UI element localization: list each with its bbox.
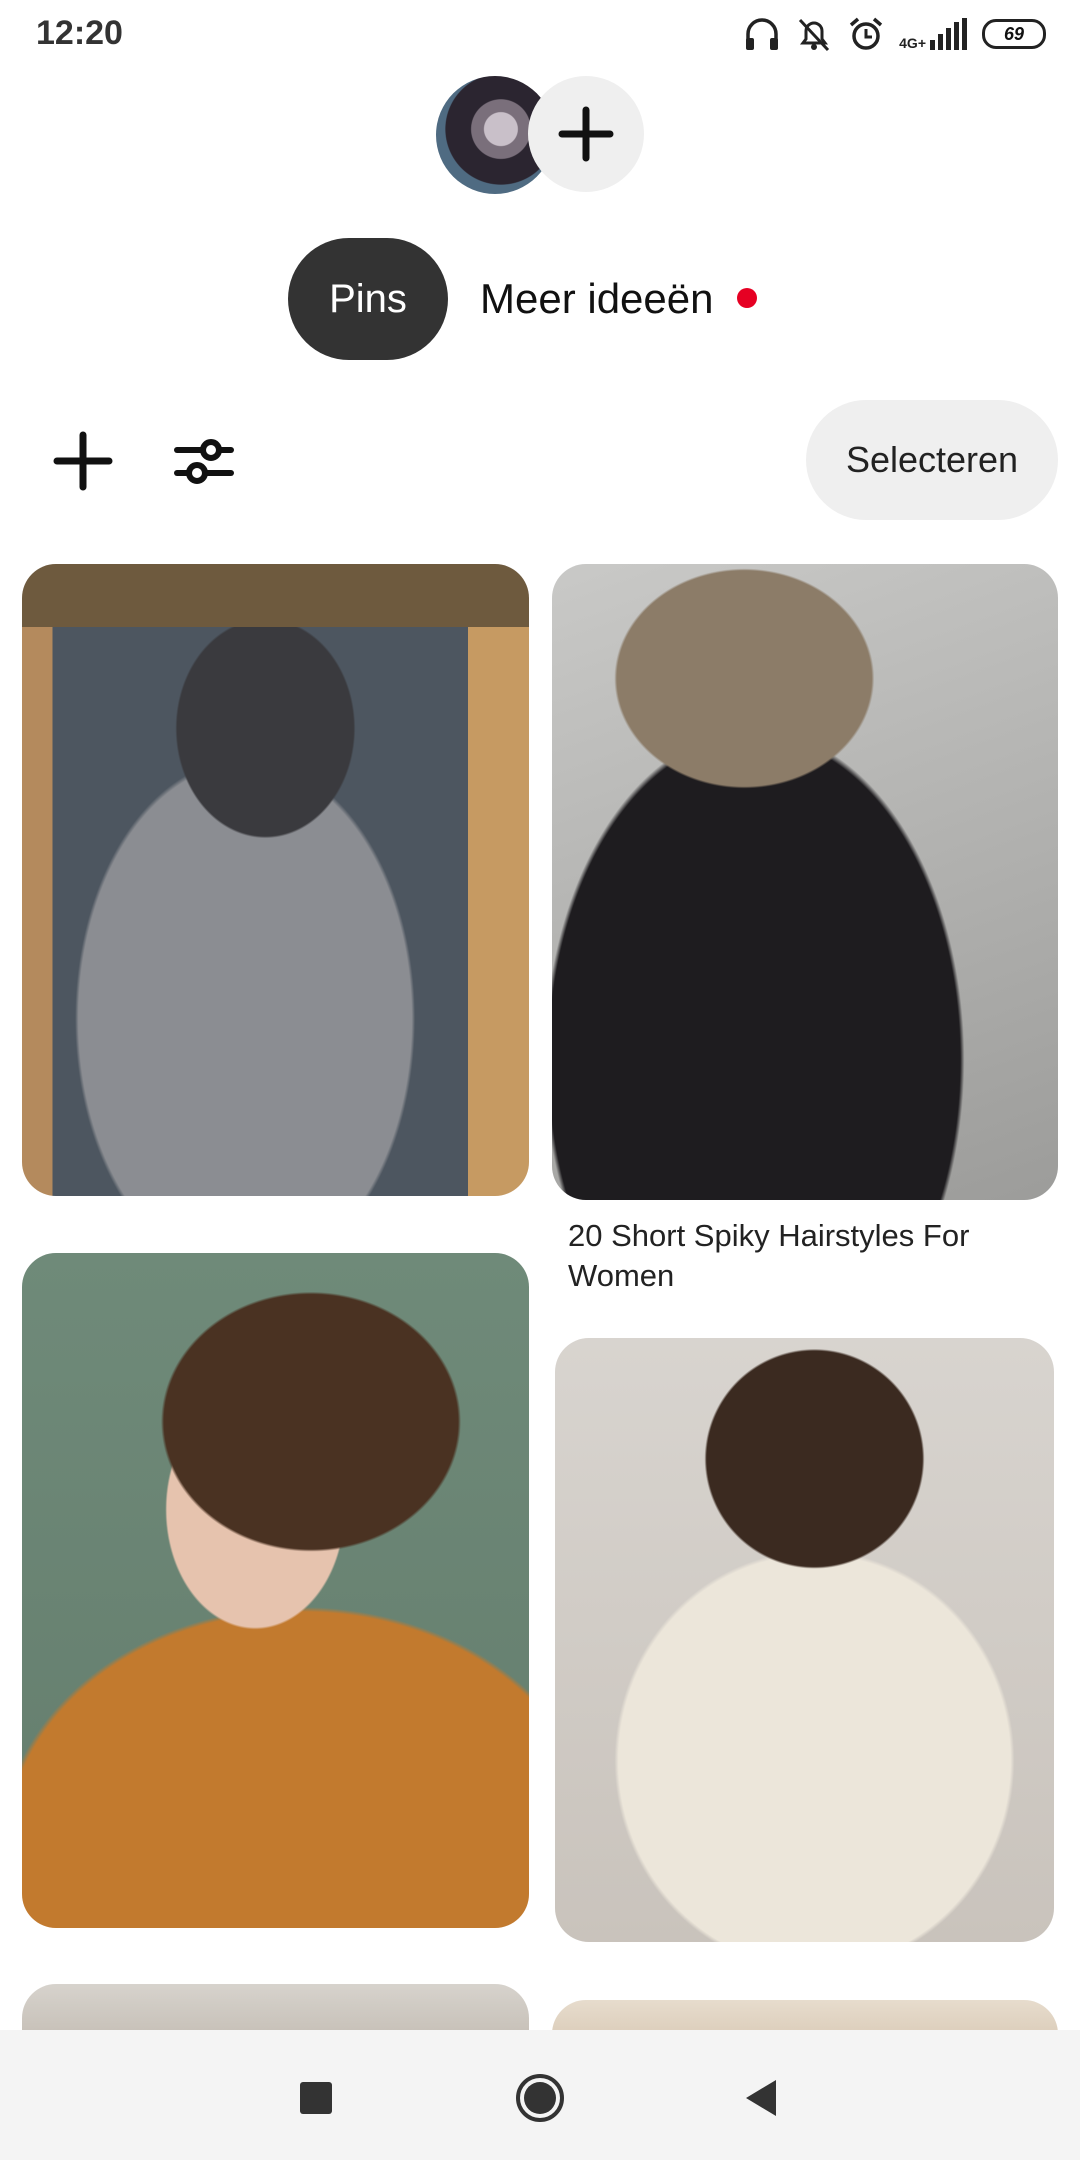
home-icon [516,2074,564,2122]
select-button[interactable]: Selecteren [806,400,1058,520]
signal-icon: 4G+ [899,18,968,50]
alarm-muted-icon [795,16,833,52]
notification-dot [737,288,757,308]
system-nav-bar [0,2030,1080,2160]
pin-card[interactable] [555,1338,1054,1942]
add-pin-button[interactable] [50,428,116,494]
recent-apps-icon [300,2082,332,2114]
filter-button[interactable] [168,428,240,494]
back-button[interactable] [720,2058,800,2138]
status-icons: 4G+ 69 [743,12,1046,56]
pin-card[interactable] [22,1253,529,1928]
home-button[interactable] [500,2058,580,2138]
pin-card[interactable] [22,564,529,1196]
status-time: 12:20 [36,14,123,52]
add-collaborator-button[interactable] [528,76,644,192]
recent-apps-button[interactable] [276,2058,356,2138]
battery-icon: 69 [982,19,1046,49]
tab-more-ideas[interactable]: Meer ideeën [480,238,713,360]
plus-icon [558,106,614,162]
network-type-label: 4G+ [899,35,926,51]
pin-card[interactable] [552,564,1058,1200]
filter-sliders-icon [174,439,234,484]
alarm-clock-icon [847,16,885,52]
back-icon [746,2080,776,2116]
headphones-icon [743,16,781,52]
tab-pins[interactable]: Pins [288,238,448,360]
pin-title[interactable]: 20 Short Spiky Hairstyles For Women [568,1216,1038,1296]
plus-icon [53,431,113,491]
